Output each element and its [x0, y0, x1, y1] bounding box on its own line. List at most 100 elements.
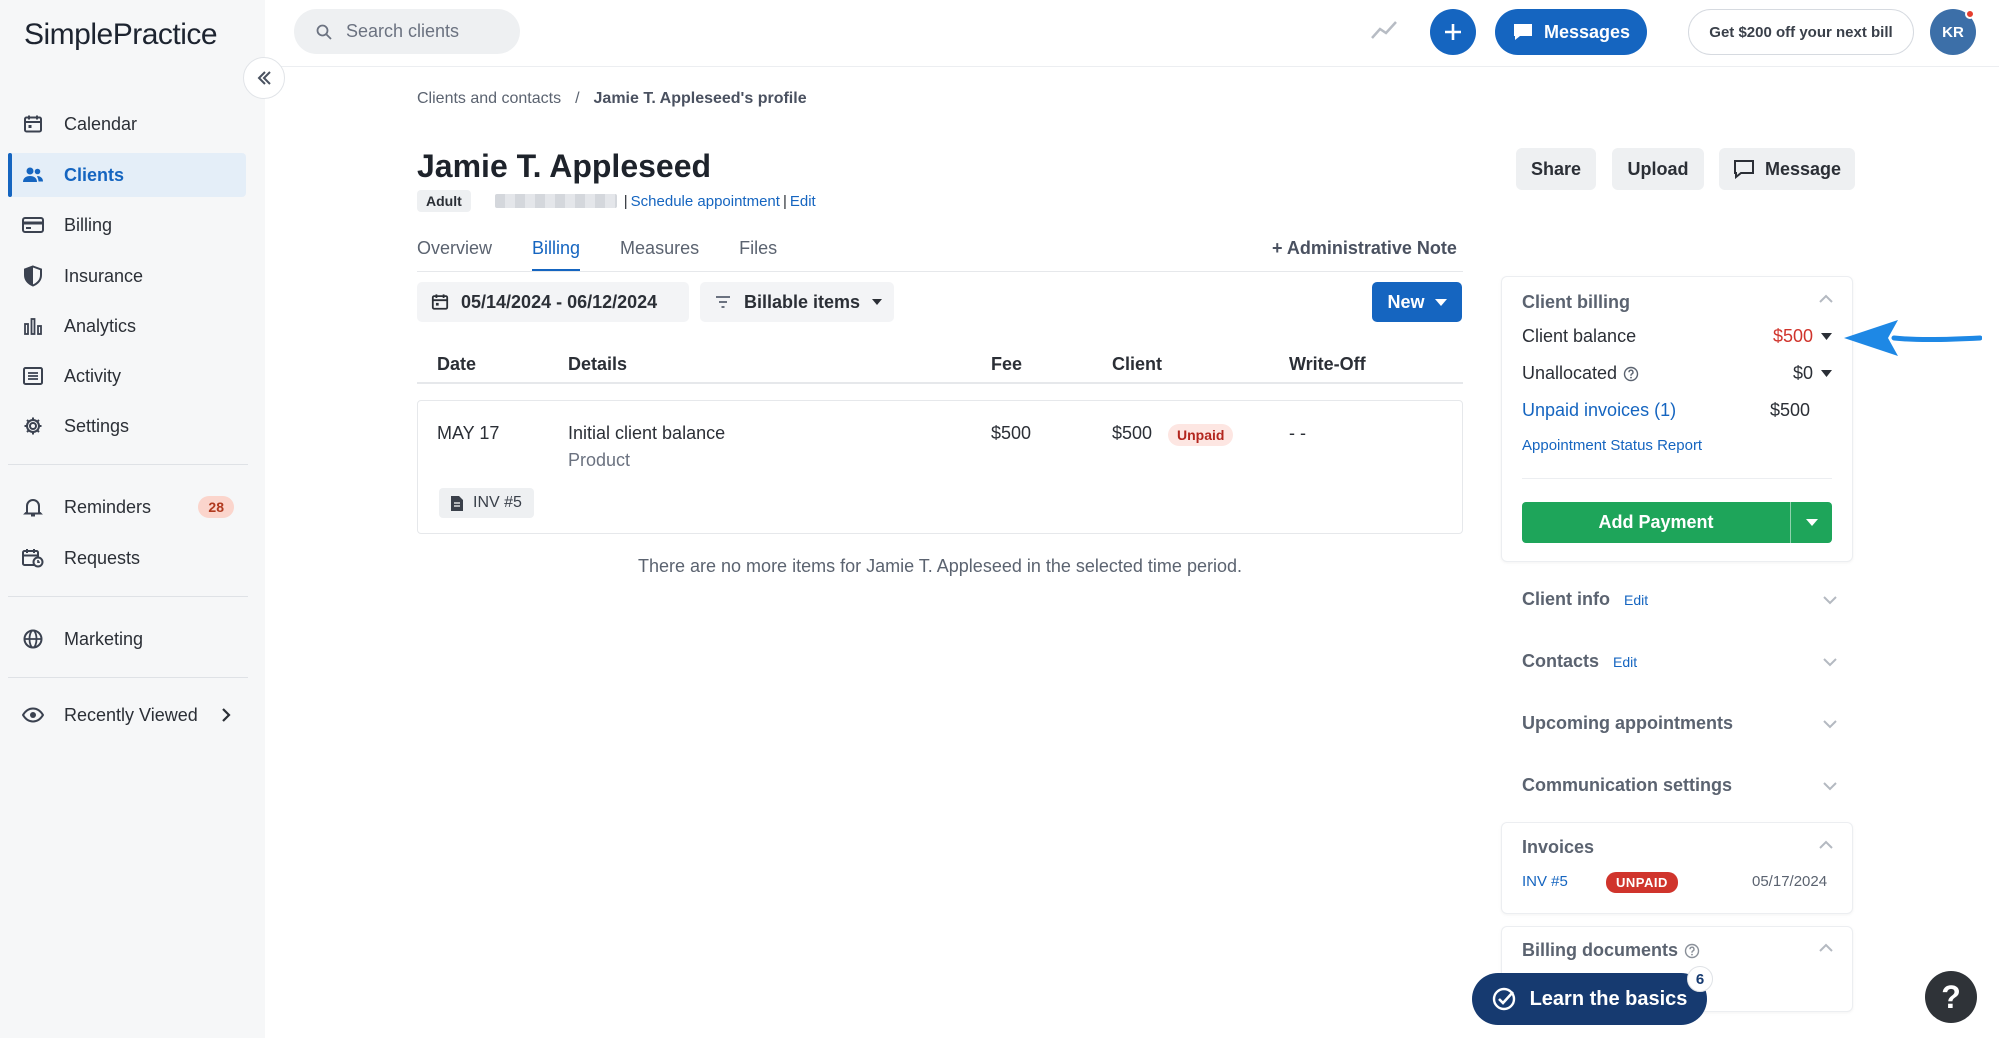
client-balance-dropdown[interactable]: $500	[1773, 326, 1832, 347]
date-range-filter[interactable]: 05/14/2024 - 06/12/2024	[417, 282, 689, 322]
column-header-writeoff[interactable]: Write-Off	[1289, 354, 1366, 375]
chevron-up-icon[interactable]	[1818, 943, 1834, 953]
plus-icon	[1445, 24, 1461, 40]
invoice-link[interactable]: INV #5	[1522, 873, 1568, 890]
sidebar-item-label: Requests	[64, 547, 141, 568]
billing-documents-title: Billing documents	[1522, 940, 1679, 960]
invoices-title[interactable]: Invoices	[1522, 837, 1594, 858]
sidebar-item-label: Reminders	[64, 496, 152, 517]
meta-separator: |	[623, 192, 628, 210]
help-circle-icon[interactable]	[1623, 366, 1639, 382]
sidebar-item-label: Analytics	[64, 315, 137, 336]
client-billing-title[interactable]: Client billing	[1522, 292, 1630, 313]
filter-icon	[714, 295, 732, 309]
credit-card-icon	[22, 214, 44, 236]
unpaid-invoices-row: Unpaid invoices (1) $500	[1522, 400, 1810, 421]
sidebar-item-requests[interactable]: Requests	[8, 536, 246, 580]
sidebar-item-billing[interactable]: Billing	[8, 203, 246, 247]
unallocated-label: Unallocated	[1522, 363, 1618, 383]
client-info-section[interactable]: Client info Edit	[1522, 589, 1838, 610]
share-button[interactable]: Share	[1516, 148, 1596, 190]
sidebar-item-clients[interactable]: Clients	[8, 153, 246, 197]
client-info-edit-link[interactable]: Edit	[1624, 592, 1648, 608]
sidebar-item-recently-viewed[interactable]: Recently Viewed	[8, 693, 246, 737]
create-new-button[interactable]	[1430, 9, 1476, 55]
tab-overview[interactable]: Overview	[417, 238, 492, 272]
shield-icon	[22, 265, 44, 287]
topbar-divider	[265, 66, 1999, 67]
chevron-up-icon[interactable]	[1818, 294, 1834, 304]
promo-button[interactable]: Get $200 off your next bill	[1688, 9, 1914, 55]
caret-down-icon	[1434, 298, 1447, 306]
search-input[interactable]: Search clients	[294, 9, 520, 54]
communication-settings-section[interactable]: Communication settings	[1522, 775, 1838, 796]
invoice-link[interactable]: INV #5	[439, 488, 534, 518]
sidebar-item-insurance[interactable]: Insurance	[8, 254, 246, 298]
sidebar-divider	[8, 677, 248, 678]
sidebar-item-reminders[interactable]: Reminders 28	[8, 485, 246, 529]
sidebar-item-marketing[interactable]: Marketing	[8, 617, 246, 661]
breadcrumb-parent[interactable]: Clients and contacts	[417, 90, 561, 108]
new-button[interactable]: New	[1372, 282, 1462, 322]
sidebar-item-activity[interactable]: Activity	[8, 354, 246, 398]
empty-state-message: There are no more items for Jamie T. App…	[638, 556, 1242, 576]
sidebar-item-label: Recently Viewed	[64, 704, 198, 725]
message-button[interactable]: Message	[1719, 148, 1855, 190]
schedule-appointment-link[interactable]: Schedule appointment	[631, 193, 780, 210]
unallocated-dropdown[interactable]: $0	[1793, 363, 1832, 384]
page-title: Jamie T. Appleseed	[417, 148, 712, 184]
calendar-icon	[431, 293, 449, 311]
tab-files[interactable]: Files	[739, 238, 777, 272]
invoices-card	[1501, 822, 1853, 914]
sidebar-item-label: Activity	[64, 365, 122, 386]
chevron-up-icon[interactable]	[1818, 840, 1834, 850]
unpaid-invoices-link[interactable]: Unpaid invoices (1)	[1522, 400, 1676, 421]
learn-the-basics-label: Learn the basics	[1529, 987, 1688, 1010]
column-header-client[interactable]: Client	[1112, 354, 1162, 375]
column-header-date[interactable]: Date	[437, 354, 476, 375]
invoice-number: INV #5	[473, 494, 522, 511]
app-logo[interactable]: SimplePractice	[24, 18, 218, 52]
sidebar-item-calendar[interactable]: Calendar	[8, 102, 246, 146]
double-chevron-left-icon	[257, 71, 271, 85]
upload-button[interactable]: Upload	[1612, 148, 1704, 190]
edit-client-link[interactable]: Edit	[790, 193, 816, 210]
learn-the-basics-button[interactable]: Learn the basics	[1472, 973, 1707, 1025]
add-payment-options-button[interactable]	[1790, 502, 1832, 543]
add-payment-button[interactable]: Add Payment	[1522, 502, 1832, 543]
administrative-note-button[interactable]: + Administrative Note	[1272, 238, 1457, 259]
client-meta: Adult | Schedule appointment | Edit	[417, 190, 816, 212]
collapse-sidebar-button[interactable]	[243, 57, 285, 99]
contacts-section[interactable]: Contacts Edit	[1522, 651, 1838, 672]
sidebar-item-label: Clients	[64, 164, 125, 185]
client-balance-label: Client balance	[1522, 326, 1637, 346]
help-button[interactable]: ?	[1925, 971, 1977, 1023]
sidebar-item-settings[interactable]: Settings	[8, 404, 246, 448]
tab-billing[interactable]: Billing	[532, 238, 581, 272]
client-balance-row: Client balance $500	[1522, 326, 1832, 347]
sidebar-item-label: Billing	[64, 214, 113, 235]
trend-icon[interactable]	[1370, 16, 1398, 44]
contacts-edit-link[interactable]: Edit	[1613, 654, 1637, 670]
help-circle-icon[interactable]	[1684, 943, 1700, 959]
column-header-details[interactable]: Details	[568, 354, 627, 375]
tab-measures[interactable]: Measures	[620, 238, 699, 272]
unpaid-invoices-value: $500	[1769, 400, 1810, 420]
billing-documents-header[interactable]: Billing documents	[1522, 940, 1700, 961]
date-range-label: 05/14/2024 - 06/12/2024	[461, 291, 658, 312]
add-payment-label: Add Payment	[1598, 512, 1714, 532]
billable-items-filter[interactable]: Billable items	[700, 282, 894, 322]
document-icon	[451, 495, 463, 511]
column-header-fee[interactable]: Fee	[991, 354, 1022, 375]
sidebar-divider	[8, 464, 248, 465]
search-placeholder: Search clients	[346, 21, 460, 41]
sidebar-item-analytics[interactable]: Analytics	[8, 304, 246, 348]
learn-count-badge: 6	[1687, 966, 1713, 992]
row-details: Initial client balance	[568, 423, 726, 443]
appointment-status-report-link[interactable]: Appointment Status Report	[1522, 437, 1702, 454]
message-outline-icon	[1733, 159, 1755, 179]
breadcrumb-separator: /	[575, 90, 580, 107]
upcoming-appointments-section[interactable]: Upcoming appointments	[1522, 713, 1838, 734]
messages-button[interactable]: Messages	[1495, 9, 1647, 55]
chevron-down-icon	[1822, 781, 1838, 791]
